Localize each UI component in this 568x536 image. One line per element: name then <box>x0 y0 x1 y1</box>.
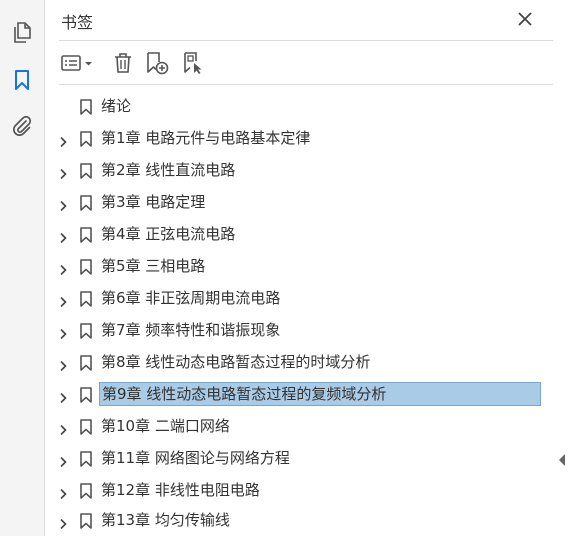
bookmark-item[interactable]: 第8章 线性动态电路暂态过程的时域分析 <box>45 349 553 377</box>
bookmark-label: 第4章 正弦电流电路 <box>101 225 236 243</box>
chevron-right-icon[interactable] <box>57 453 69 468</box>
attachments-button[interactable] <box>9 112 35 138</box>
bookmark-from-structure-icon <box>184 52 202 74</box>
bookmark-icon <box>79 355 93 371</box>
bookmark-item[interactable]: 第10章 二端口网络 <box>45 413 553 441</box>
bookmark-label: 绪论 <box>101 97 132 115</box>
bookmark-icon <box>79 323 93 339</box>
chevron-right-icon[interactable] <box>57 165 69 180</box>
close-panel-button[interactable] <box>515 9 535 29</box>
bookmark-label: 第10章 二端口网络 <box>101 417 230 435</box>
bookmark-label: 第5章 三相电路 <box>101 257 206 275</box>
bookmark-item[interactable]: 第7章 频率特性和谐振现象 <box>45 317 553 345</box>
bookmark-icon <box>79 291 93 307</box>
bookmark-label: 第13章 均匀传输线 <box>101 511 230 529</box>
delete-bookmark-button[interactable] <box>111 49 135 77</box>
bookmark-icon <box>79 163 93 179</box>
bookmark-label: 第12章 非线性电阻电路 <box>101 481 260 499</box>
new-bookmark-icon <box>147 52 169 75</box>
bookmark-item[interactable]: 第6章 非正弦周期电流电路 <box>45 285 553 313</box>
bookmark-icon <box>79 131 93 147</box>
divider <box>59 40 553 41</box>
bookmark-label: 第8章 线性动态电路暂态过程的时域分析 <box>101 353 371 371</box>
panel-title: 书签 <box>61 13 94 32</box>
bookmark-icon <box>79 513 93 529</box>
chevron-right-icon[interactable] <box>57 325 69 340</box>
navigation-rail <box>0 0 45 536</box>
page-thumbnails-button[interactable] <box>9 20 35 46</box>
options-menu-icon <box>61 55 92 71</box>
bookmark-item[interactable]: 绪论 <box>45 93 553 121</box>
new-bookmark-button[interactable] <box>143 49 171 77</box>
chevron-right-icon[interactable] <box>57 229 69 244</box>
collapse-pane-button[interactable] <box>558 451 566 466</box>
bookmark-label: 第9章 线性动态电路暂态过程的复频域分析 <box>99 382 541 406</box>
chevron-right-icon[interactable] <box>57 485 69 500</box>
bookmark-item[interactable]: 第4章 正弦电流电路 <box>45 221 553 249</box>
bookmark-icon <box>15 70 29 90</box>
bookmark-item[interactable]: 第12章 非线性电阻电路 <box>45 477 553 505</box>
bookmark-item[interactable]: 第11章 网络图论与网络方程 <box>45 445 553 473</box>
bookmark-label: 第3章 电路定理 <box>101 193 206 211</box>
chevron-right-icon[interactable] <box>57 197 69 212</box>
bookmark-item-selected[interactable]: 第9章 线性动态电路暂态过程的复频域分析 <box>45 381 553 409</box>
bookmark-icon <box>79 451 93 467</box>
bookmark-label: 第6章 非正弦周期电流电路 <box>101 289 281 307</box>
chevron-right-icon[interactable] <box>57 293 69 308</box>
bookmark-item[interactable]: 第13章 均匀传输线 <box>45 507 553 535</box>
bookmark-icon <box>79 259 93 275</box>
chevron-right-icon[interactable] <box>57 133 69 148</box>
chevron-right-icon[interactable] <box>57 421 69 436</box>
chevron-right-icon[interactable] <box>57 357 69 372</box>
caret-left-icon <box>559 454 565 466</box>
divider <box>59 84 553 85</box>
bookmark-item[interactable]: 第1章 电路元件与电路基本定律 <box>45 125 553 153</box>
options-menu-button[interactable] <box>59 49 97 77</box>
bookmark-icon <box>79 387 93 403</box>
chevron-right-icon[interactable] <box>57 389 69 404</box>
bookmark-label: 第7章 频率特性和谐振现象 <box>101 321 281 339</box>
bookmark-icon <box>79 419 93 435</box>
bookmark-label: 第2章 线性直流电路 <box>101 161 236 179</box>
close-icon <box>518 12 532 26</box>
chevron-right-icon[interactable] <box>57 515 69 530</box>
bookmark-icon <box>79 195 93 211</box>
bookmark-item[interactable]: 第3章 电路定理 <box>45 189 553 217</box>
copy-pages-icon <box>14 22 31 43</box>
bookmark-icon <box>79 483 93 499</box>
chevron-right-icon[interactable] <box>57 261 69 276</box>
bookmark-item[interactable]: 第5章 三相电路 <box>45 253 553 281</box>
bookmarks-panel: 书签 绪论 第1章 电路元件与电路基本定律 第2章 线性直流电路 第3章 电路定… <box>45 0 553 536</box>
bookmark-icon <box>79 99 93 115</box>
bookmarks-panel-button[interactable] <box>9 67 35 93</box>
bookmark-item[interactable]: 第2章 线性直流电路 <box>45 157 553 185</box>
delete-trash-icon <box>115 53 131 73</box>
bookmark-label: 第11章 网络图论与网络方程 <box>101 449 290 467</box>
bookmark-label: 第1章 电路元件与电路基本定律 <box>101 129 311 147</box>
bookmark-from-structure-button[interactable] <box>179 49 207 77</box>
paperclip-icon <box>13 115 32 136</box>
bookmark-icon <box>79 227 93 243</box>
